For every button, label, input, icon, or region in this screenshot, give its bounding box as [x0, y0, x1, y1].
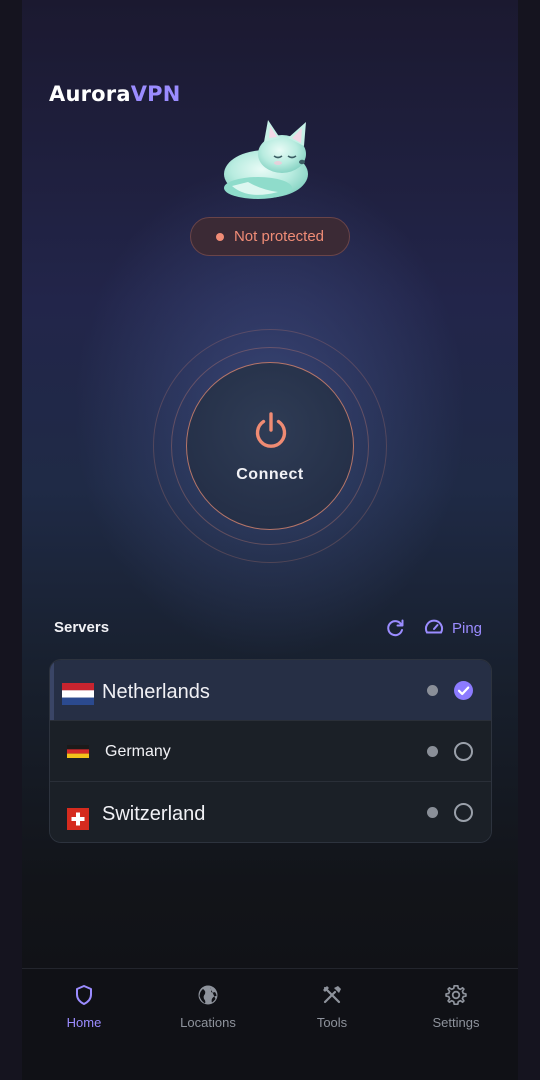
tools-icon [323, 986, 341, 1004]
nav-home-label: Home [66, 1015, 102, 1030]
speedometer-icon [425, 619, 443, 634]
servers-header: Servers Ping [54, 617, 494, 639]
server-list: Netherlands Germany Switzerland [49, 659, 492, 843]
nav-settings-label: Settings [432, 1015, 480, 1030]
brand-name: Aurora [49, 82, 131, 106]
ping-label: Ping [452, 619, 483, 637]
refresh-icon[interactable] [384, 617, 406, 639]
app-logo: AuroraVPN [49, 82, 181, 106]
check-icon [457, 686, 470, 696]
server-name: Netherlands [102, 681, 210, 703]
selected-indicator [50, 660, 54, 720]
sleeping-fox-mascot [224, 120, 308, 199]
germany-flag-icon [67, 745, 89, 758]
bottom-navigation: Home Locations Tools Settings [22, 968, 518, 1080]
power-icon [255, 412, 287, 448]
latency-indicator [427, 746, 438, 757]
server-row-netherlands[interactable]: Netherlands [50, 660, 491, 721]
status-dot [215, 232, 224, 241]
server-radio-selected[interactable] [454, 681, 473, 700]
server-radio[interactable] [454, 803, 473, 822]
latency-indicator [427, 685, 438, 696]
servers-title: Servers [54, 619, 110, 636]
shield-icon [76, 985, 92, 1005]
nav-tools-label: Tools [316, 1015, 348, 1030]
nav-tools[interactable]: Tools [270, 969, 394, 1049]
netherlands-flag-icon [62, 683, 94, 705]
server-name: Switzerland [102, 803, 206, 825]
protection-status-badge: Not protected [190, 217, 350, 256]
connect-label: Connect [236, 466, 304, 483]
device-frame: AuroraVPN Not protected Connect Servers … [0, 0, 540, 1080]
latency-indicator [427, 807, 438, 818]
ping-button[interactable]: Ping [424, 617, 482, 639]
nav-locations[interactable]: Locations [146, 969, 270, 1049]
gear-icon [445, 984, 467, 1006]
connect-button[interactable]: Connect [186, 362, 354, 530]
app-screen: AuroraVPN Not protected Connect Servers … [22, 0, 518, 1080]
server-row-germany[interactable]: Germany [50, 721, 491, 782]
server-radio[interactable] [454, 742, 473, 761]
nav-settings[interactable]: Settings [394, 969, 518, 1049]
server-name: Germany [105, 743, 171, 760]
switzerland-flag-icon [67, 808, 89, 830]
nav-locations-label: Locations [180, 1015, 236, 1030]
nav-home[interactable]: Home [22, 969, 146, 1049]
globe-icon [198, 985, 218, 1005]
brand-accent: VPN [130, 82, 181, 106]
server-row-switzerland[interactable]: Switzerland [50, 782, 491, 842]
protection-status-label: Not protected [233, 228, 325, 245]
